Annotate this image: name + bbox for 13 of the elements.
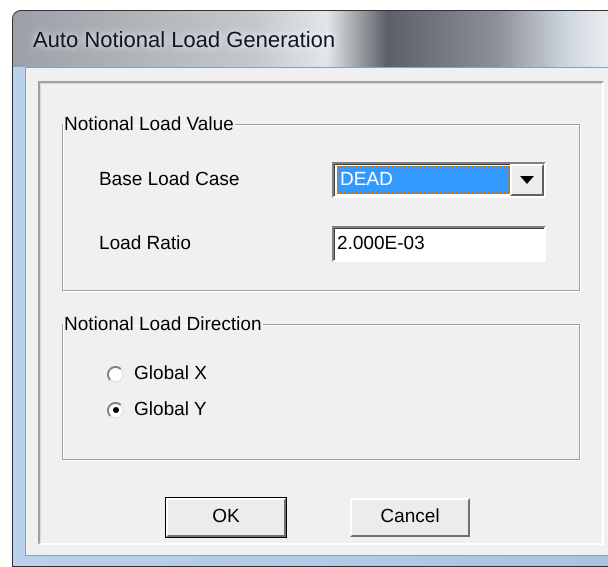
field-label: Load Ratio: [99, 232, 192, 256]
group-title: Notional Load Value: [63, 115, 235, 134]
radio-option[interactable]: Global X: [63, 356, 579, 392]
window-title: Auto Notional Load Generation: [33, 26, 336, 54]
dropdown-arrow-icon: [520, 176, 534, 184]
field-label: Base Load Case: [99, 168, 240, 192]
text-field[interactable]: 2.000E-03: [332, 226, 546, 262]
group-title: Notional Load Direction: [63, 315, 263, 334]
dialog-button[interactable]: Cancel: [350, 498, 470, 537]
radio-button[interactable]: [107, 366, 124, 382]
radio-option[interactable]: Global Y: [63, 392, 579, 428]
dialog-button[interactable]: OK: [166, 498, 286, 537]
radio-button[interactable]: [107, 402, 124, 418]
